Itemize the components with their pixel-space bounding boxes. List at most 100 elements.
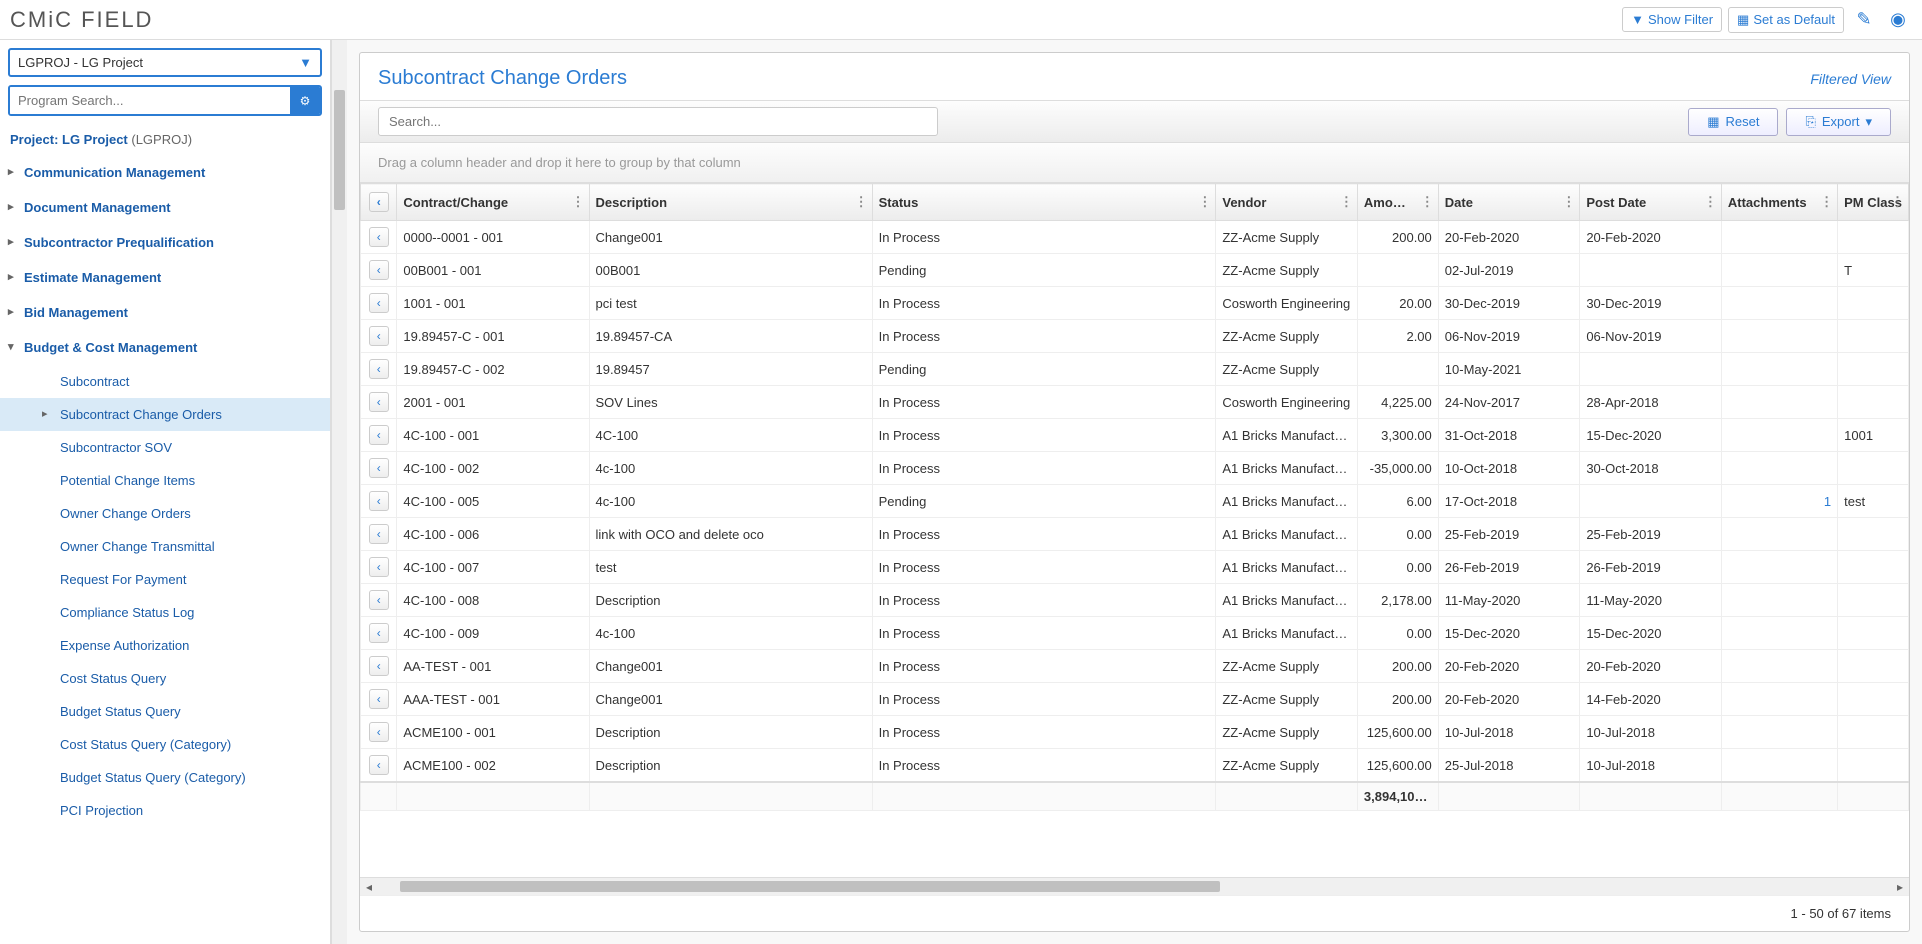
column-menu-icon[interactable]: ⋮ (1340, 194, 1353, 210)
expand-row-button[interactable]: ‹ (369, 425, 389, 445)
nav-item[interactable]: Communication Management (0, 155, 330, 190)
reset-button[interactable]: ▦Reset (1688, 108, 1778, 136)
export-button[interactable]: ⎘Export▾ (1786, 108, 1891, 136)
column-header[interactable]: PM Class⋮ (1838, 184, 1909, 221)
sidebar-sub-item[interactable]: Request For Payment (0, 563, 330, 596)
table-row[interactable]: ‹AAA-TEST - 001Change001In ProcessZZ-Acm… (361, 683, 1909, 716)
sidebar-sub-item[interactable]: Potential Change Items (0, 464, 330, 497)
nav-item[interactable]: Bid Management (0, 295, 330, 330)
table-search-input[interactable] (378, 107, 938, 136)
table-row[interactable]: ‹1001 - 001pci testIn ProcessCosworth En… (361, 287, 1909, 320)
project-selector[interactable]: LGPROJ - LG Project ▼ (8, 48, 322, 77)
sidebar-sub-item[interactable]: Owner Change Transmittal (0, 530, 330, 563)
sidebar-sub-item[interactable]: PCI Projection (0, 794, 330, 827)
attachment-link[interactable]: 1 (1728, 494, 1831, 509)
filtered-view-label[interactable]: Filtered View (1810, 71, 1891, 87)
cell-description: 4c-100 (589, 617, 872, 650)
sidebar-scrollbar[interactable] (331, 40, 347, 944)
table-row[interactable]: ‹4C-100 - 006link with OCO and delete oc… (361, 518, 1909, 551)
table-row[interactable]: ‹ACME100 - 002DescriptionIn ProcessZZ-Ac… (361, 749, 1909, 783)
expand-row-button[interactable]: ‹ (369, 227, 389, 247)
column-menu-icon[interactable]: ⋮ (1891, 194, 1904, 210)
show-filter-button[interactable]: ▼Show Filter (1622, 7, 1722, 32)
cell-attachments: 1 (1721, 485, 1837, 518)
column-header[interactable]: Post Date⋮ (1580, 184, 1722, 221)
column-header[interactable]: Amo…⋮ (1357, 184, 1438, 221)
table-row[interactable]: ‹19.89457-C - 00219.89457PendingZZ-Acme … (361, 353, 1909, 386)
column-menu-icon[interactable]: ⋮ (572, 194, 585, 210)
expand-row-button[interactable]: ‹ (369, 293, 389, 313)
column-header[interactable]: Status⋮ (872, 184, 1216, 221)
cell-description: Description (589, 749, 872, 783)
sidebar-sub-item[interactable]: Subcontract Change Orders (0, 398, 330, 431)
expand-row-button[interactable]: ‹ (369, 689, 389, 709)
column-header[interactable]: Date⋮ (1438, 184, 1580, 221)
expand-row-button[interactable]: ‹ (369, 557, 389, 577)
cell-attachments (1721, 650, 1837, 683)
cell-postdate: 30-Oct-2018 (1580, 452, 1722, 485)
column-menu-icon[interactable]: ⋮ (1820, 194, 1833, 210)
column-menu-icon[interactable]: ⋮ (1198, 194, 1211, 210)
sidebar-sub-item[interactable]: Subcontractor SOV (0, 431, 330, 464)
user-icon[interactable]: ◉ (1884, 6, 1912, 34)
program-search-input[interactable] (10, 87, 290, 114)
sidebar-sub-item[interactable]: Budget Status Query (Category) (0, 761, 330, 794)
table-row[interactable]: ‹0000--0001 - 001Change001In ProcessZZ-A… (361, 221, 1909, 254)
nav-item[interactable]: Estimate Management (0, 260, 330, 295)
expand-row-button[interactable]: ‹ (369, 623, 389, 643)
nav-item[interactable]: Document Management (0, 190, 330, 225)
column-header[interactable]: Attachments⋮ (1721, 184, 1837, 221)
expand-row-button[interactable]: ‹ (369, 326, 389, 346)
group-by-hint[interactable]: Drag a column header and drop it here to… (360, 143, 1909, 183)
expand-row-button[interactable]: ‹ (369, 524, 389, 544)
edit-icon[interactable]: ✎ (1850, 6, 1878, 34)
sidebar-sub-item[interactable]: Compliance Status Log (0, 596, 330, 629)
table-row[interactable]: ‹4C-100 - 008DescriptionIn ProcessA1 Bri… (361, 584, 1909, 617)
column-menu-icon[interactable]: ⋮ (855, 194, 868, 210)
sidebar-sub-item[interactable]: Subcontract (0, 365, 330, 398)
sidebar-sub-item[interactable]: Expense Authorization (0, 629, 330, 662)
nav-item[interactable]: Subcontractor Prequalification (0, 225, 330, 260)
column-menu-icon[interactable]: ⋮ (1704, 194, 1717, 210)
sidebar-sub-item[interactable]: Cost Status Query (0, 662, 330, 695)
expand-row-button[interactable]: ‹ (369, 260, 389, 280)
table-row[interactable]: ‹2001 - 001SOV LinesIn ProcessCosworth E… (361, 386, 1909, 419)
expand-row-button[interactable]: ‹ (369, 491, 389, 511)
table-row[interactable]: ‹4C-100 - 007testIn ProcessA1 Bricks Man… (361, 551, 1909, 584)
expand-row-button[interactable]: ‹ (369, 359, 389, 379)
sidebar-sub-item[interactable]: Budget Status Query (0, 695, 330, 728)
table-row[interactable]: ‹AA-TEST - 001Change001In ProcessZZ-Acme… (361, 650, 1909, 683)
project-name: Project: LG Project (10, 132, 128, 147)
table-row[interactable]: ‹19.89457-C - 00119.89457-CAIn ProcessZZ… (361, 320, 1909, 353)
scroll-right-icon[interactable]: ▸ (1891, 878, 1909, 895)
cell-pmclass (1838, 551, 1909, 584)
table-row[interactable]: ‹ACME100 - 001DescriptionIn ProcessZZ-Ac… (361, 716, 1909, 749)
expand-row-button[interactable]: ‹ (369, 656, 389, 676)
column-menu-icon[interactable]: ⋮ (1562, 194, 1575, 210)
column-header[interactable]: Description⋮ (589, 184, 872, 221)
column-header[interactable]: Contract/Change⋮ (397, 184, 589, 221)
cell-vendor: ZZ-Acme Supply (1216, 650, 1358, 683)
nav-item[interactable]: Budget & Cost Management (0, 330, 330, 365)
table-row[interactable]: ‹4C-100 - 0054c-100PendingA1 Bricks Manu… (361, 485, 1909, 518)
set-default-button[interactable]: ▦Set as Default (1728, 7, 1844, 33)
expand-row-button[interactable]: ‹ (369, 392, 389, 412)
table-row[interactable]: ‹4C-100 - 0014C-100In ProcessA1 Bricks M… (361, 419, 1909, 452)
scroll-left-icon[interactable]: ◂ (360, 878, 378, 895)
expand-row-button[interactable]: ‹ (369, 590, 389, 610)
expand-all-header[interactable]: ‹ (361, 184, 397, 221)
column-menu-icon[interactable]: ⋮ (1421, 194, 1434, 210)
expand-row-button[interactable]: ‹ (369, 458, 389, 478)
expand-row-button[interactable]: ‹ (369, 755, 389, 775)
sidebar-sub-item[interactable]: Cost Status Query (Category) (0, 728, 330, 761)
table-row[interactable]: ‹00B001 - 00100B001PendingZZ-Acme Supply… (361, 254, 1909, 287)
cell-status: In Process (872, 749, 1216, 783)
search-settings-button[interactable]: ⚙ (290, 87, 320, 114)
expand-row-button[interactable]: ‹ (369, 722, 389, 742)
sidebar-sub-item[interactable]: Owner Change Orders (0, 497, 330, 530)
horizontal-scrollbar[interactable]: ◂ ▸ (360, 877, 1909, 895)
table-row[interactable]: ‹4C-100 - 0024c-100In ProcessA1 Bricks M… (361, 452, 1909, 485)
column-header[interactable]: Vendor⋮ (1216, 184, 1358, 221)
cell-contract: 1001 - 001 (397, 287, 589, 320)
table-row[interactable]: ‹4C-100 - 0094c-100In ProcessA1 Bricks M… (361, 617, 1909, 650)
